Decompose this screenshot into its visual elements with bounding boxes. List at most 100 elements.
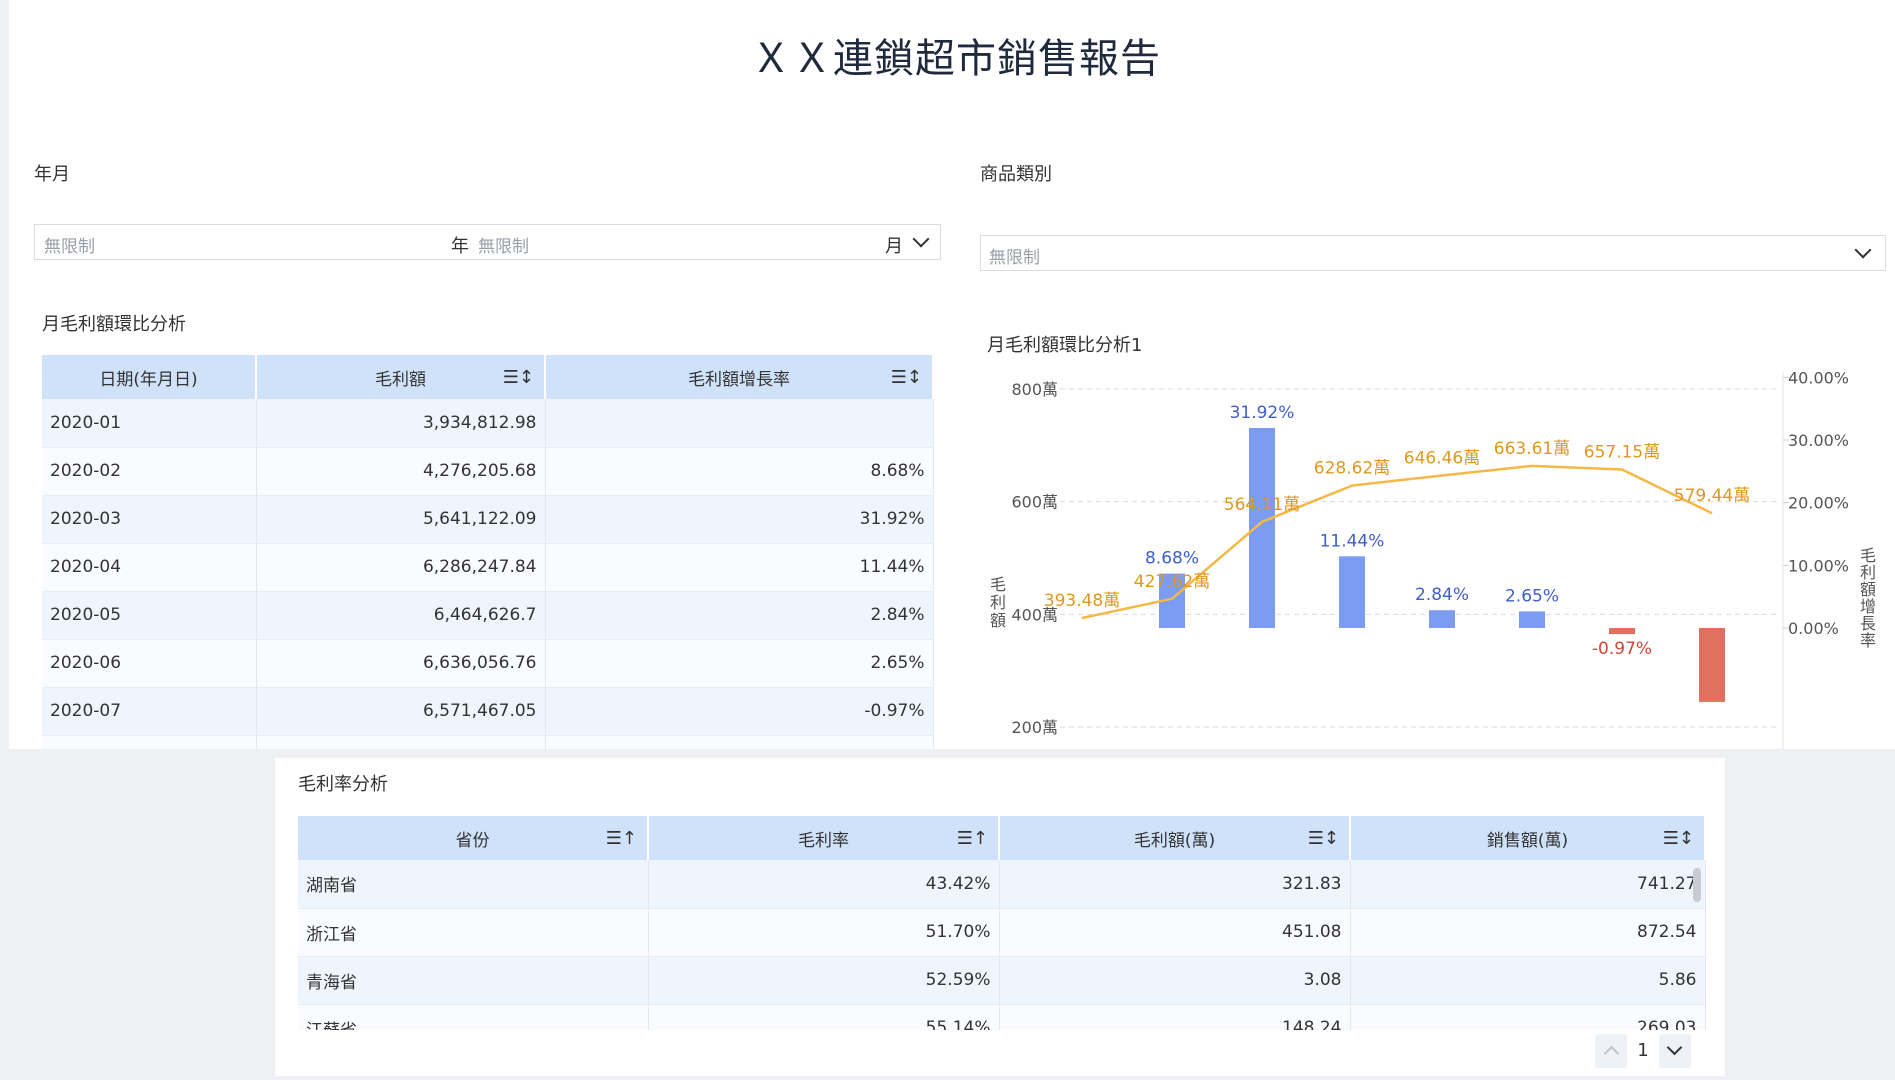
line-data-label: 628.62萬 xyxy=(1314,459,1390,479)
table-cell: 11.44% xyxy=(545,543,934,592)
table-cell: 5,641,122.09 xyxy=(256,495,546,544)
table-row[interactable]: 青海省 52.59% 3.08 5.86 xyxy=(298,956,1706,1005)
y2-tick-label: 40.00% xyxy=(1788,372,1849,387)
chevron-down-icon[interactable] xyxy=(1854,241,1872,259)
margin-analysis-panel: 毛利率分析 省份 ☰↑ 毛利率 ☰↑ 毛利額(萬) ☰↕ 銷售額(萬) ☰↕ 湖南省 43… xyxy=(275,758,1725,1076)
line-data-label: 393.48萬 xyxy=(1044,591,1120,611)
bar-data-label: 31.92% xyxy=(1230,403,1295,423)
bar xyxy=(1429,610,1455,628)
table-cell: 2020-03 xyxy=(42,495,257,544)
bar-data-label: 2.84% xyxy=(1415,585,1469,605)
bar xyxy=(1699,628,1725,702)
table-row[interactable] xyxy=(42,735,934,749)
column-header-gross-profit[interactable]: 毛利額 ☰↕ xyxy=(256,355,546,399)
column-header-sales[interactable]: 銷售額(萬) ☰↕ xyxy=(1350,816,1706,860)
monthly-margin-chart: 800萬600萬400萬200萬40.00%30.00%20.00%10.00%… xyxy=(990,372,1895,749)
year-month-filter: 無限制 年 無限制 月 xyxy=(34,224,941,260)
line-data-label: 663.61萬 xyxy=(1494,439,1570,459)
line-data-label: 646.46萬 xyxy=(1404,448,1480,468)
y2-tick-label: 10.00% xyxy=(1788,556,1849,575)
category-placeholder: 無限制 xyxy=(989,248,1040,268)
column-header-label: 銷售額(萬) xyxy=(1486,830,1569,851)
table-row[interactable]: 2020-04 6,286,247.84 11.44% xyxy=(42,543,934,592)
line-data-label: 657.15萬 xyxy=(1584,442,1660,462)
y-axis-title: 毛 xyxy=(990,575,1006,594)
table-cell: 3,934,812.98 xyxy=(256,399,546,448)
column-header-label: 毛利額增長率 xyxy=(688,369,790,390)
table-cell: 青海省 xyxy=(298,956,649,1005)
bar xyxy=(1339,556,1365,628)
column-header-growth-rate[interactable]: 毛利額增長率 ☰↕ xyxy=(545,355,934,399)
panel-edge xyxy=(0,0,9,749)
column-header-gross-profit[interactable]: 毛利額(萬) ☰↕ xyxy=(999,816,1351,860)
column-header-label: 毛利額 xyxy=(375,369,426,390)
y-tick-label: 600萬 xyxy=(1011,493,1058,512)
sort-icon[interactable]: ☰↕ xyxy=(1663,828,1694,849)
table-cell: 3.08 xyxy=(999,956,1351,1005)
sort-icon[interactable]: ☰↕ xyxy=(1308,828,1339,849)
table-cell: 31.92% xyxy=(545,495,934,544)
table-row[interactable]: 2020-06 6,636,056.76 2.65% xyxy=(42,639,934,688)
table-row[interactable]: 湖南省 43.42% 321.83 741.27 xyxy=(298,860,1706,909)
year-input[interactable]: 無限制 xyxy=(44,232,95,257)
next-page-button[interactable] xyxy=(1659,1034,1691,1068)
table-cell: 2020-01 xyxy=(42,399,257,448)
table-cell: 451.08 xyxy=(999,908,1351,957)
table-cell: 2020-05 xyxy=(42,591,257,640)
year-unit-label: 年 xyxy=(451,236,469,257)
table-cell: 6,636,056.76 xyxy=(256,639,546,688)
sort-icon[interactable]: ☰↑ xyxy=(957,828,988,849)
table-row[interactable]: 2020-03 5,641,122.09 31.92% xyxy=(42,495,934,544)
table-cell xyxy=(545,735,934,749)
y2-tick-label: 20.00% xyxy=(1788,494,1849,513)
table-row[interactable]: 2020-07 6,571,467.05 -0.97% xyxy=(42,687,934,736)
sort-icon[interactable]: ☰↕ xyxy=(891,367,922,388)
column-header-label: 毛利額(萬) xyxy=(1133,830,1216,851)
table-cell: 8.68% xyxy=(545,447,934,496)
bar xyxy=(1249,427,1275,628)
bar-data-label: 2.65% xyxy=(1505,586,1559,606)
series-line xyxy=(1081,464,1713,620)
line-data-label: 564.11萬 xyxy=(1224,495,1300,515)
pager-bar xyxy=(275,1030,1725,1076)
y2-tick-label: 0.00% xyxy=(1788,619,1839,638)
column-header-label: 省份 xyxy=(455,830,490,851)
pagination: 1 xyxy=(1595,1034,1691,1068)
table-row[interactable]: 2020-01 3,934,812.98 xyxy=(42,399,934,448)
bar xyxy=(1519,611,1545,628)
table-cell: 湖南省 xyxy=(298,860,649,909)
category-select[interactable]: 無限制 xyxy=(980,235,1886,271)
y2-axis-title: 率 xyxy=(1860,631,1876,650)
dashboard-panel: ＸＸ連鎖超市銷售報告 年月 無限制 年 無限制 月 商品類別 無限制 月毛利額環… xyxy=(0,0,1895,749)
sort-icon[interactable]: ☰↕ xyxy=(503,367,534,388)
sort-icon[interactable]: ☰↑ xyxy=(606,828,637,849)
table-cell: 51.70% xyxy=(648,908,1000,957)
line-data-label: 427.62萬 xyxy=(1134,572,1210,592)
table-row[interactable]: 2020-05 6,464,626.7 2.84% xyxy=(42,591,934,640)
table-row[interactable]: 2020-02 4,276,205.68 8.68% xyxy=(42,447,934,496)
column-header-label: 日期(年月日) xyxy=(99,369,198,390)
column-header-date[interactable]: 日期(年月日) xyxy=(42,355,257,399)
column-header-province[interactable]: 省份 ☰↑ xyxy=(298,816,649,860)
table-cell xyxy=(42,735,257,749)
bar-data-label: -0.97% xyxy=(1592,639,1652,659)
chevron-down-icon[interactable] xyxy=(912,230,930,248)
column-header-label: 毛利率 xyxy=(798,830,849,851)
table-scrollbar[interactable] xyxy=(1693,868,1701,902)
y2-tick-label: 30.00% xyxy=(1788,431,1849,450)
category-filter-label: 商品類別 xyxy=(980,164,1052,185)
bar-data-label: 11.44% xyxy=(1320,531,1385,551)
table-cell: 2020-06 xyxy=(42,639,257,688)
prev-page-button[interactable] xyxy=(1595,1034,1627,1068)
table-cell: 浙江省 xyxy=(298,908,649,957)
table-cell xyxy=(545,399,934,448)
table-row[interactable]: 浙江省 51.70% 451.08 872.54 xyxy=(298,908,1706,957)
table-cell: 43.42% xyxy=(648,860,1000,909)
margin-rate-table: 省份 ☰↑ 毛利率 ☰↑ 毛利額(萬) ☰↕ 銷售額(萬) ☰↕ 湖南省 43.42% 32… xyxy=(298,816,1706,1053)
year-month-filter-label: 年月 xyxy=(34,164,70,185)
monthly-margin-table: 日期(年月日) 毛利額 ☰↕ 毛利額增長率 ☰↕ 2020-01 3,934,812.… xyxy=(42,355,934,749)
y-tick-label: 800萬 xyxy=(1011,380,1058,399)
table-cell: 6,286,247.84 xyxy=(256,543,546,592)
column-header-margin-rate[interactable]: 毛利率 ☰↑ xyxy=(648,816,1000,860)
month-input[interactable]: 無限制 xyxy=(478,232,529,257)
